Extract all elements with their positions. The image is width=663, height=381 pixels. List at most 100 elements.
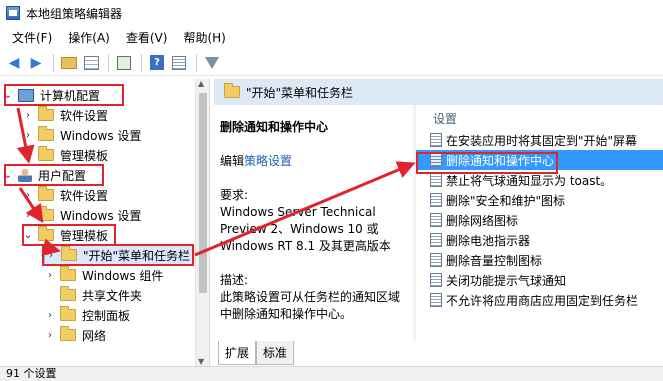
filter-icon[interactable] (202, 53, 222, 73)
tree-label: 软件设置 (60, 188, 109, 203)
status-bar: 91 个设置 (0, 366, 663, 381)
properties-icon[interactable] (169, 53, 189, 73)
policy-icon (430, 293, 442, 307)
toolbar-separator (196, 53, 197, 72)
tree-label: Windows 组件 (82, 268, 164, 283)
list-item[interactable]: 删除"安全和维护"图标 (416, 190, 663, 210)
policy-icon (430, 253, 442, 267)
annotation-box-computer-config (4, 84, 124, 106)
expand-chevron-icon[interactable]: › (22, 150, 34, 161)
show-hide-tree-icon[interactable] (81, 53, 101, 73)
list-item[interactable]: 在安装应用时将其固定到"开始"屏幕 (416, 130, 663, 150)
tree-label: 管理模板 (60, 148, 109, 163)
expand-chevron-icon[interactable]: › (44, 270, 56, 281)
folder-icon (38, 106, 54, 121)
tree-label: Windows 设置 (60, 128, 142, 143)
expand-chevron-icon[interactable]: › (22, 190, 34, 201)
tab-extended[interactable]: 扩展 (218, 341, 257, 365)
toolbar: ◀ ▶ ? (0, 50, 663, 76)
annotation-box-user-config (4, 164, 104, 186)
settings-column-header[interactable]: 设置 (416, 108, 663, 130)
folder-up-icon[interactable] (59, 53, 79, 73)
folder-icon (38, 186, 54, 201)
tree-item-windows-components[interactable]: › Windows 组件 (44, 265, 163, 285)
tree-label: 控制面板 (82, 308, 131, 323)
tree-item-software-settings[interactable]: › 软件设置 (22, 105, 108, 125)
list-item[interactable]: 删除电池指示器 (416, 230, 663, 250)
list-item[interactable]: 删除网络图标 (416, 210, 663, 230)
folder-icon (38, 126, 54, 141)
menu-help[interactable]: 帮助(H) (175, 29, 233, 46)
policy-icon (430, 233, 442, 247)
menu-file[interactable]: 文件(F) (4, 29, 60, 46)
list-item-label: 在安装应用时将其固定到"开始"屏幕 (446, 133, 638, 148)
tree-item-admin-templates[interactable]: › 管理模板 (22, 145, 108, 165)
scroll-down-icon[interactable]: ▼ (198, 357, 204, 366)
requirements-line-3: Windows RT 8.1 及其更高版本 (220, 239, 391, 253)
folder-icon (60, 326, 76, 341)
requirements-line-1: Windows Server Technical (220, 205, 376, 219)
folder-icon (60, 306, 76, 321)
menu-action[interactable]: 操作(A) (60, 29, 118, 46)
window-title: 本地组策略编辑器 (26, 6, 123, 21)
expand-chevron-icon[interactable]: › (22, 130, 34, 141)
tree-item-network[interactable]: › 网络 (44, 325, 106, 345)
tree-item-windows-settings[interactable]: › Windows 设置 (22, 125, 141, 145)
expand-chevron-icon[interactable]: › (22, 110, 34, 121)
app-icon (6, 6, 20, 20)
export-list-icon[interactable] (114, 53, 134, 73)
tree-item-user-windows-settings[interactable]: › Windows 设置 (22, 205, 141, 225)
expand-chevron-icon[interactable]: › (44, 330, 56, 341)
toolbar-separator (108, 53, 109, 72)
tree-item-user-software-settings[interactable]: › 软件设置 (22, 185, 108, 205)
list-item-label: 禁止将气球通知显示为 toast。 (446, 173, 613, 188)
annotation-box-start-menu (42, 244, 194, 266)
requirements-label: 要求: (220, 188, 249, 202)
policy-icon (430, 193, 442, 207)
list-item-label: 删除音量控制图标 (446, 253, 543, 268)
forward-arrow-icon[interactable]: ▶ (26, 53, 46, 73)
list-item-label: 删除电池指示器 (446, 233, 531, 248)
toolbar-separator (141, 53, 142, 72)
toolbar-separator (53, 53, 54, 72)
title-bar: 本地组策略编辑器 (0, 0, 663, 26)
policy-icon (430, 173, 442, 187)
description-line-1: 此策略设置可从任务栏的通知区域 (220, 290, 401, 304)
back-arrow-icon[interactable]: ◀ (4, 53, 24, 73)
description-label: 描述: (220, 273, 249, 287)
list-item-label: 不允许将应用商店应用固定到任务栏 (446, 293, 639, 308)
tree-item-shared-folders[interactable]: 共享文件夹 (44, 285, 142, 305)
policy-icon (430, 213, 442, 227)
menu-bar: 文件(F) 操作(A) 查看(V) 帮助(H) (0, 26, 663, 48)
edit-line: 编辑策略设置 (220, 153, 416, 170)
tree-label: Windows 设置 (60, 208, 142, 223)
expand-chevron-icon[interactable]: › (22, 210, 34, 221)
tab-standard[interactable]: 标准 (256, 341, 295, 365)
scroll-up-icon[interactable]: ▲ (198, 79, 204, 88)
help-icon[interactable]: ? (147, 53, 167, 73)
list-item[interactable]: 不允许将应用商店应用固定到任务栏 (416, 290, 663, 310)
navigation-tree: ⌄ 计算机配置 › 软件设置 › Windows 设置 › 管理模板 ⌄ 用户配置 › 软件… (0, 79, 210, 366)
list-item-label: 删除网络图标 (446, 213, 519, 228)
list-item[interactable]: 关闭功能提示气球通知 (416, 270, 663, 290)
list-item[interactable]: 删除音量控制图标 (416, 250, 663, 270)
list-item-label: 关闭功能提示气球通知 (446, 273, 567, 288)
requirements-line-2: Preview 2、Windows 10 或 (220, 222, 379, 236)
view-tabs: 扩展 标准 (214, 341, 663, 367)
edit-policy-link[interactable]: 策略设置 (244, 154, 292, 168)
menu-view[interactable]: 查看(V) (118, 29, 176, 46)
scrollbar-thumb[interactable] (199, 93, 207, 293)
edit-prefix: 编辑 (220, 154, 245, 168)
expand-chevron-icon[interactable]: › (44, 310, 56, 321)
list-item-label: 删除"安全和维护"图标 (446, 193, 566, 208)
policy-icon (430, 273, 442, 287)
tree-item-control-panel[interactable]: › 控制面板 (44, 305, 130, 325)
folder-icon (38, 146, 54, 161)
annotation-box-selected-setting (416, 152, 558, 174)
policy-icon (430, 133, 442, 147)
annotation-box-admin-templates (22, 224, 116, 246)
tree-label: 网络 (82, 328, 107, 343)
tree-scrollbar[interactable]: ▲ ▼ (195, 79, 209, 366)
tree-label: 软件设置 (60, 108, 109, 123)
policy-title: 删除通知和操作中心 (220, 120, 329, 134)
